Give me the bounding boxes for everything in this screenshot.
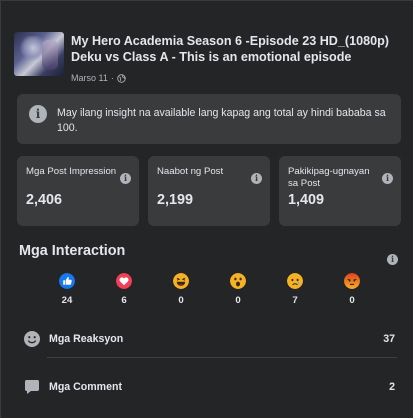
- divider: [47, 357, 397, 358]
- reaction-love: 6: [114, 273, 134, 306]
- post-title[interactable]: My Hero Academia Season 6 -Episode 23 HD…: [71, 33, 401, 65]
- globe-icon: [117, 73, 126, 83]
- row-label: Mga Comment: [49, 381, 122, 393]
- stat-label: Pakikipag-ugnayan sa Post: [288, 166, 370, 189]
- row-value: 37: [383, 333, 395, 345]
- reaction-count: 0: [235, 295, 241, 306]
- stat-value: 1,409: [288, 192, 325, 208]
- stat-value: 2,406: [26, 192, 63, 208]
- info-icon[interactable]: i: [120, 173, 131, 184]
- reaction-like: 24: [57, 273, 77, 306]
- row-comments[interactable]: Mga Comment 2: [21, 375, 397, 399]
- reaction-count: 6: [121, 295, 127, 306]
- row-value: 2: [389, 381, 395, 393]
- meta-separator: ·: [110, 73, 114, 83]
- post-date[interactable]: Marso 11: [71, 73, 108, 83]
- wow-icon: [230, 273, 246, 289]
- info-icon: i: [29, 105, 47, 123]
- reaction-wow: 0: [228, 273, 248, 306]
- post-header[interactable]: My Hero Academia Season 6 -Episode 23 HD…: [13, 31, 403, 87]
- comment-icon: [25, 380, 39, 394]
- info-icon[interactable]: i: [382, 173, 393, 184]
- stat-value: 2,199: [157, 192, 194, 208]
- post-meta: Marso 11 ·: [71, 73, 126, 83]
- reaction-angry: 0: [342, 273, 362, 306]
- post-thumbnail[interactable]: [14, 32, 64, 76]
- stat-card-impressions: Mga Post Impression i 2,406: [17, 156, 139, 226]
- row-label: Mga Reaksyon: [49, 333, 124, 345]
- haha-icon: [173, 273, 189, 289]
- info-banner-text: May ilang insight na available lang kapa…: [57, 107, 386, 134]
- reaction-haha: 0: [171, 273, 191, 306]
- row-reactions[interactable]: Mga Reaksyon 37: [21, 327, 397, 351]
- info-icon[interactable]: i: [251, 173, 262, 184]
- smiley-icon: [24, 331, 40, 347]
- stat-label: Mga Post Impression: [26, 166, 117, 177]
- reaction-count: 24: [61, 295, 73, 306]
- like-icon: [59, 273, 75, 289]
- reaction-count: 7: [292, 295, 298, 306]
- info-icon[interactable]: i: [387, 254, 398, 265]
- stat-card-engagement: Pakikipag-ugnayan sa Post i 1,409: [279, 156, 401, 226]
- reaction-count: 0: [349, 295, 355, 306]
- sad-icon: [287, 273, 303, 289]
- reaction-breakdown: 24 6 0 0 7 0: [57, 273, 360, 313]
- info-banner: i May ilang insight na available lang ka…: [17, 94, 401, 144]
- reaction-sad: 7: [285, 273, 305, 306]
- interactions-title: Mga Interaction: [19, 243, 126, 259]
- stat-label: Naabot ng Post: [157, 166, 224, 177]
- angry-icon: [344, 273, 360, 289]
- stat-card-reach: Naabot ng Post i 2,199: [148, 156, 270, 226]
- reaction-count: 0: [178, 295, 184, 306]
- love-icon: [116, 273, 132, 289]
- insights-panel: My Hero Academia Season 6 -Episode 23 HD…: [0, 0, 413, 418]
